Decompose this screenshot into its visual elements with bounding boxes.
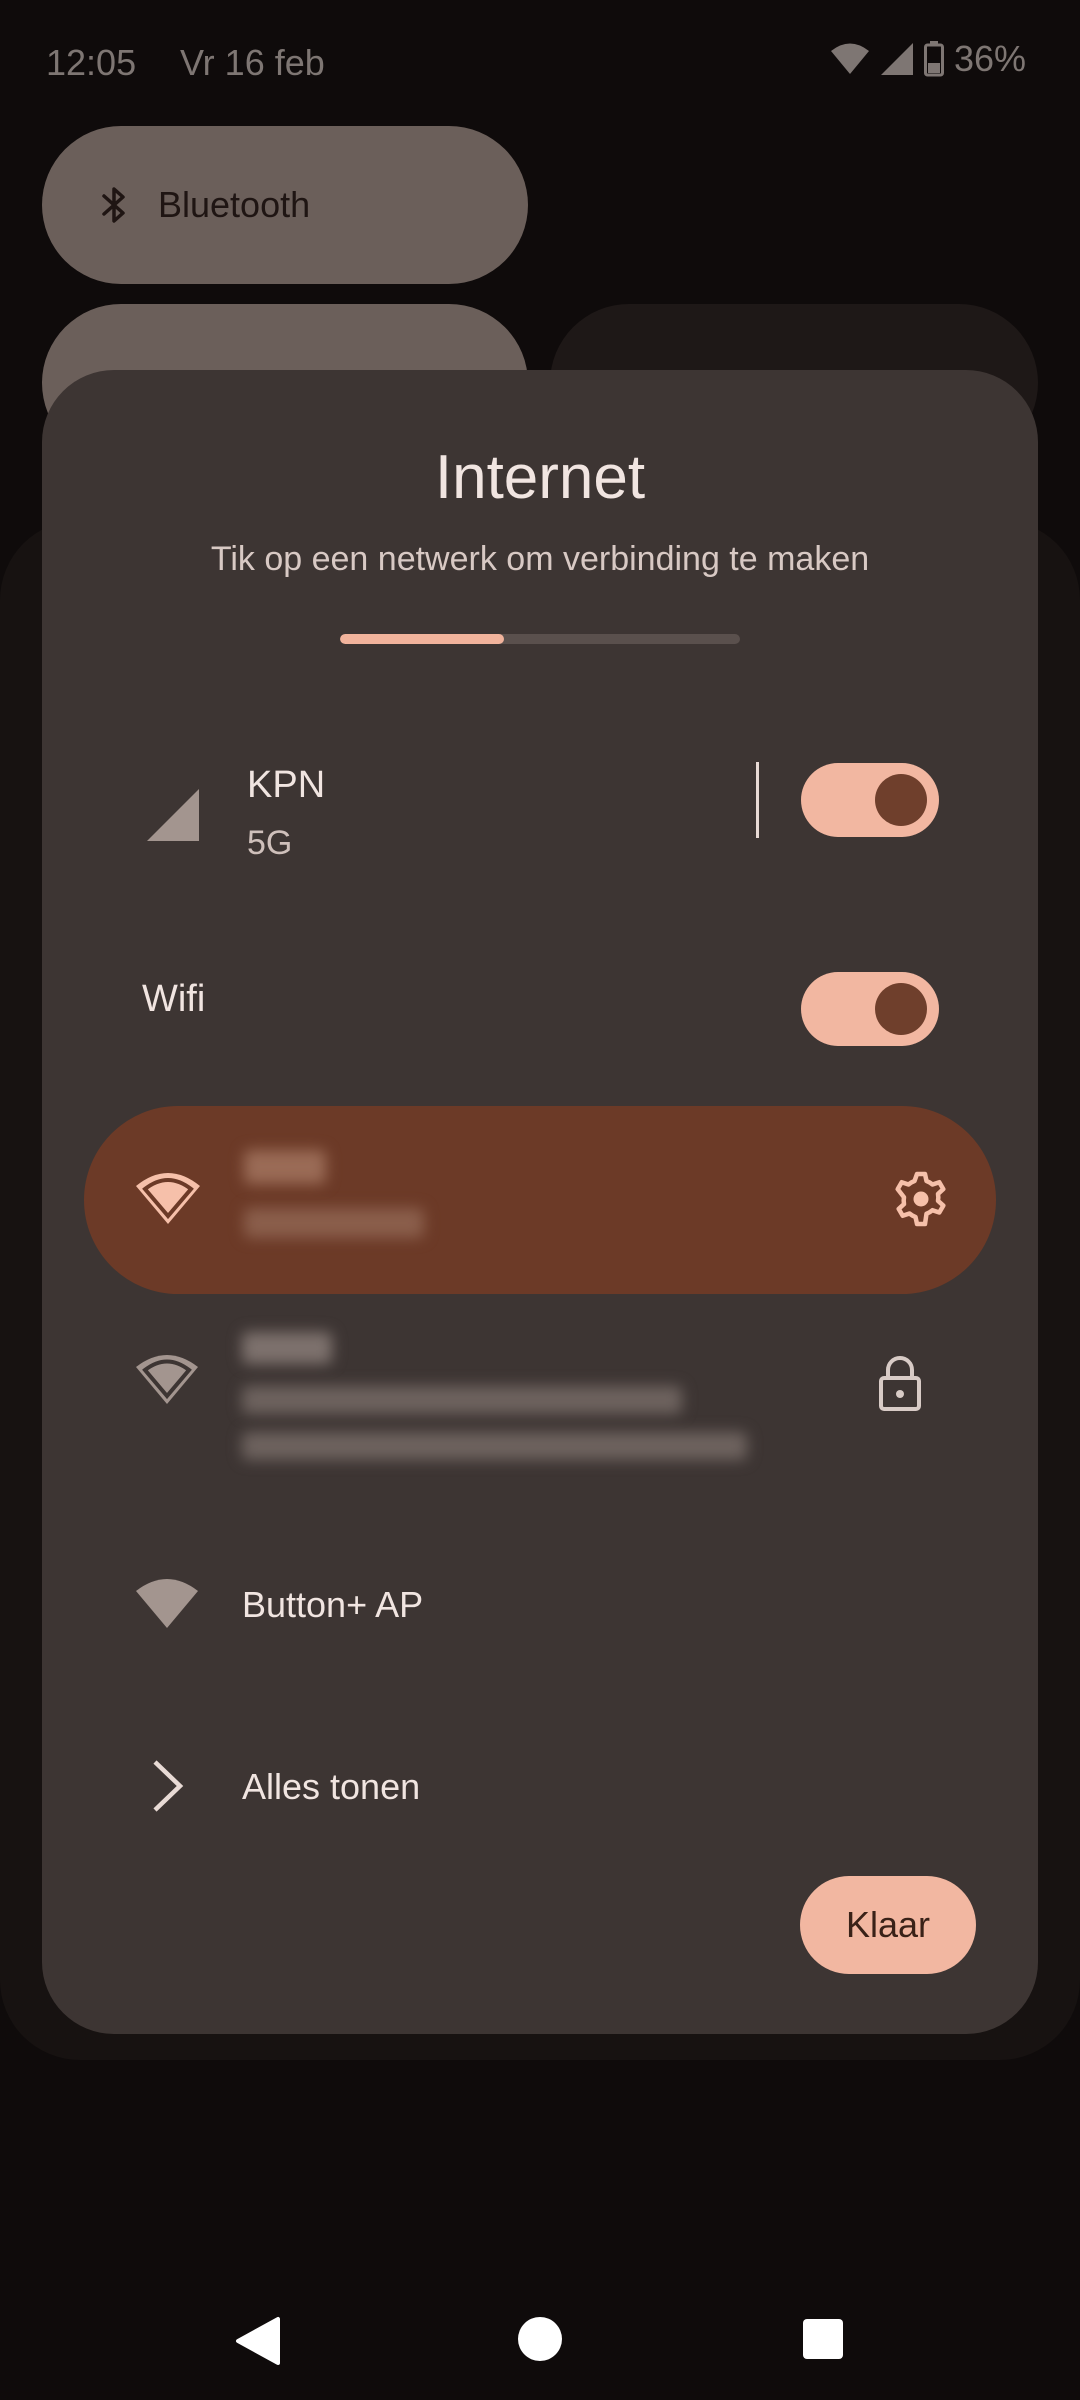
- battery-icon: [923, 41, 944, 77]
- see-all-networks-row[interactable]: Alles tonen: [42, 1726, 1038, 1846]
- scan-progress-fill: [340, 634, 504, 644]
- status-time: 12:05: [46, 42, 137, 83]
- scan-progress-bar: [340, 634, 740, 644]
- divider: [756, 762, 759, 838]
- bluetooth-icon: [102, 187, 125, 223]
- wifi-icon: [136, 1173, 200, 1224]
- status-bar: 12:05 Vr 16 feb 36%: [0, 0, 1080, 124]
- home-icon[interactable]: [517, 2316, 563, 2362]
- mobile-network-row[interactable]: KPN 5G: [42, 740, 1038, 880]
- toggle-knob: [875, 774, 927, 826]
- connected-network-name-redacted: [244, 1150, 326, 1184]
- wifi-toggle[interactable]: [801, 972, 939, 1046]
- lock-icon: [879, 1356, 921, 1411]
- wifi-icon: [830, 43, 869, 74]
- wifi-icon: [136, 1579, 198, 1628]
- dialog-title: Internet: [434, 443, 646, 512]
- mobile-network-name: KPN: [247, 764, 326, 806]
- dialog-subtitle: Tik op een netwerk om verbinding te make…: [210, 540, 870, 578]
- network-name: Button+ AP: [242, 1584, 424, 1625]
- network-status-redacted: [242, 1386, 682, 1414]
- mobile-data-toggle[interactable]: [801, 763, 939, 837]
- connected-network-status-redacted: [244, 1208, 424, 1238]
- status-date: Vr 16 feb: [180, 42, 325, 83]
- network-name-redacted: [242, 1332, 332, 1364]
- wifi-label: Wifi: [142, 978, 206, 1020]
- see-all-label: Alles tonen: [242, 1766, 421, 1807]
- navigation-bar: [0, 2280, 1080, 2400]
- done-button[interactable]: Klaar: [800, 1876, 976, 1974]
- chevron-right-icon: [153, 1760, 184, 1812]
- connected-network-row[interactable]: [84, 1106, 996, 1294]
- gear-icon[interactable]: [892, 1170, 950, 1228]
- battery-percentage: 36%: [953, 38, 1026, 79]
- network-status-redacted: [242, 1432, 747, 1460]
- cellular-signal-icon: [880, 43, 913, 75]
- internet-dialog: Internet Tik op een netwerk om verbindin…: [42, 370, 1038, 2034]
- network-row[interactable]: [42, 1310, 1038, 1460]
- bluetooth-tile-label: Bluetooth: [158, 184, 311, 225]
- back-icon[interactable]: [234, 2316, 280, 2366]
- recents-icon[interactable]: [802, 2318, 844, 2360]
- bluetooth-tile[interactable]: Bluetooth: [42, 126, 528, 284]
- cellular-signal-icon: [147, 789, 199, 841]
- mobile-network-type: 5G: [247, 824, 293, 862]
- network-row-button-ap[interactable]: Button+ AP: [42, 1548, 1038, 1668]
- wifi-icon: [136, 1355, 198, 1404]
- status-icons: 36%: [830, 38, 1026, 80]
- toggle-knob: [875, 983, 927, 1035]
- screen: 12:05 Vr 16 feb 36% Bluetooth Internet T…: [0, 0, 1080, 2400]
